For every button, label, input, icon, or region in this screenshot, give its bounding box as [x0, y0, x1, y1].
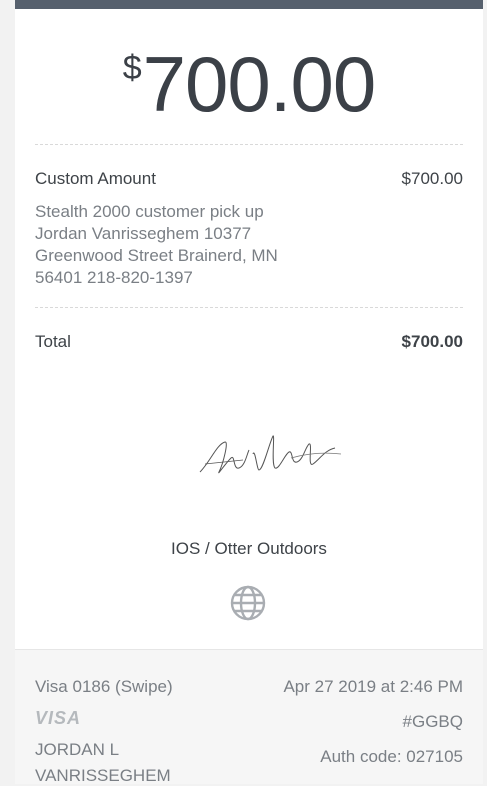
- divider: [35, 307, 463, 308]
- signature-image: [199, 435, 342, 474]
- cardholder-name-line1: JORDAN L: [35, 740, 120, 759]
- item-label: Custom Amount: [35, 169, 156, 188]
- total-amount: $700.00: [401, 332, 463, 351]
- receipt-code: #GGBQ: [402, 712, 463, 731]
- merchant-name: IOS / Otter Outdoors: [171, 539, 327, 558]
- divider: [35, 144, 463, 145]
- globe-icon[interactable]: [229, 584, 267, 622]
- card-info: Visa 0186 (Swipe): [35, 677, 173, 696]
- item-amount: $700.00: [401, 169, 463, 188]
- receipt-card: $700.00 Custom Amount $700.00 Stealth 20…: [15, 9, 483, 649]
- amount-value: 700.00: [142, 40, 377, 128]
- note-line: Greenwood Street Brainerd, MN: [35, 246, 278, 265]
- receipt-amount: $700.00: [15, 45, 483, 123]
- payment-footer: Visa 0186 (Swipe) Apr 27 2019 at 2:46 PM…: [15, 649, 483, 785]
- header-bar: [15, 0, 483, 9]
- note-line: 56401 218-820-1397: [35, 268, 193, 287]
- currency-symbol: $: [122, 49, 142, 87]
- auth-code: Auth code: 027105: [320, 747, 463, 766]
- item-note: Stealth 2000 customer pick up Jordan Van…: [35, 201, 335, 289]
- total-label: Total: [35, 332, 71, 351]
- note-line: Jordan Vanrisseghem 10377: [35, 224, 252, 243]
- transaction-datetime: Apr 27 2019 at 2:46 PM: [283, 677, 463, 696]
- visa-logo: VISA: [35, 708, 82, 728]
- note-line: Stealth 2000 customer pick up: [35, 202, 264, 221]
- cardholder-name-line2: VANRISSEGHEM: [35, 766, 171, 785]
